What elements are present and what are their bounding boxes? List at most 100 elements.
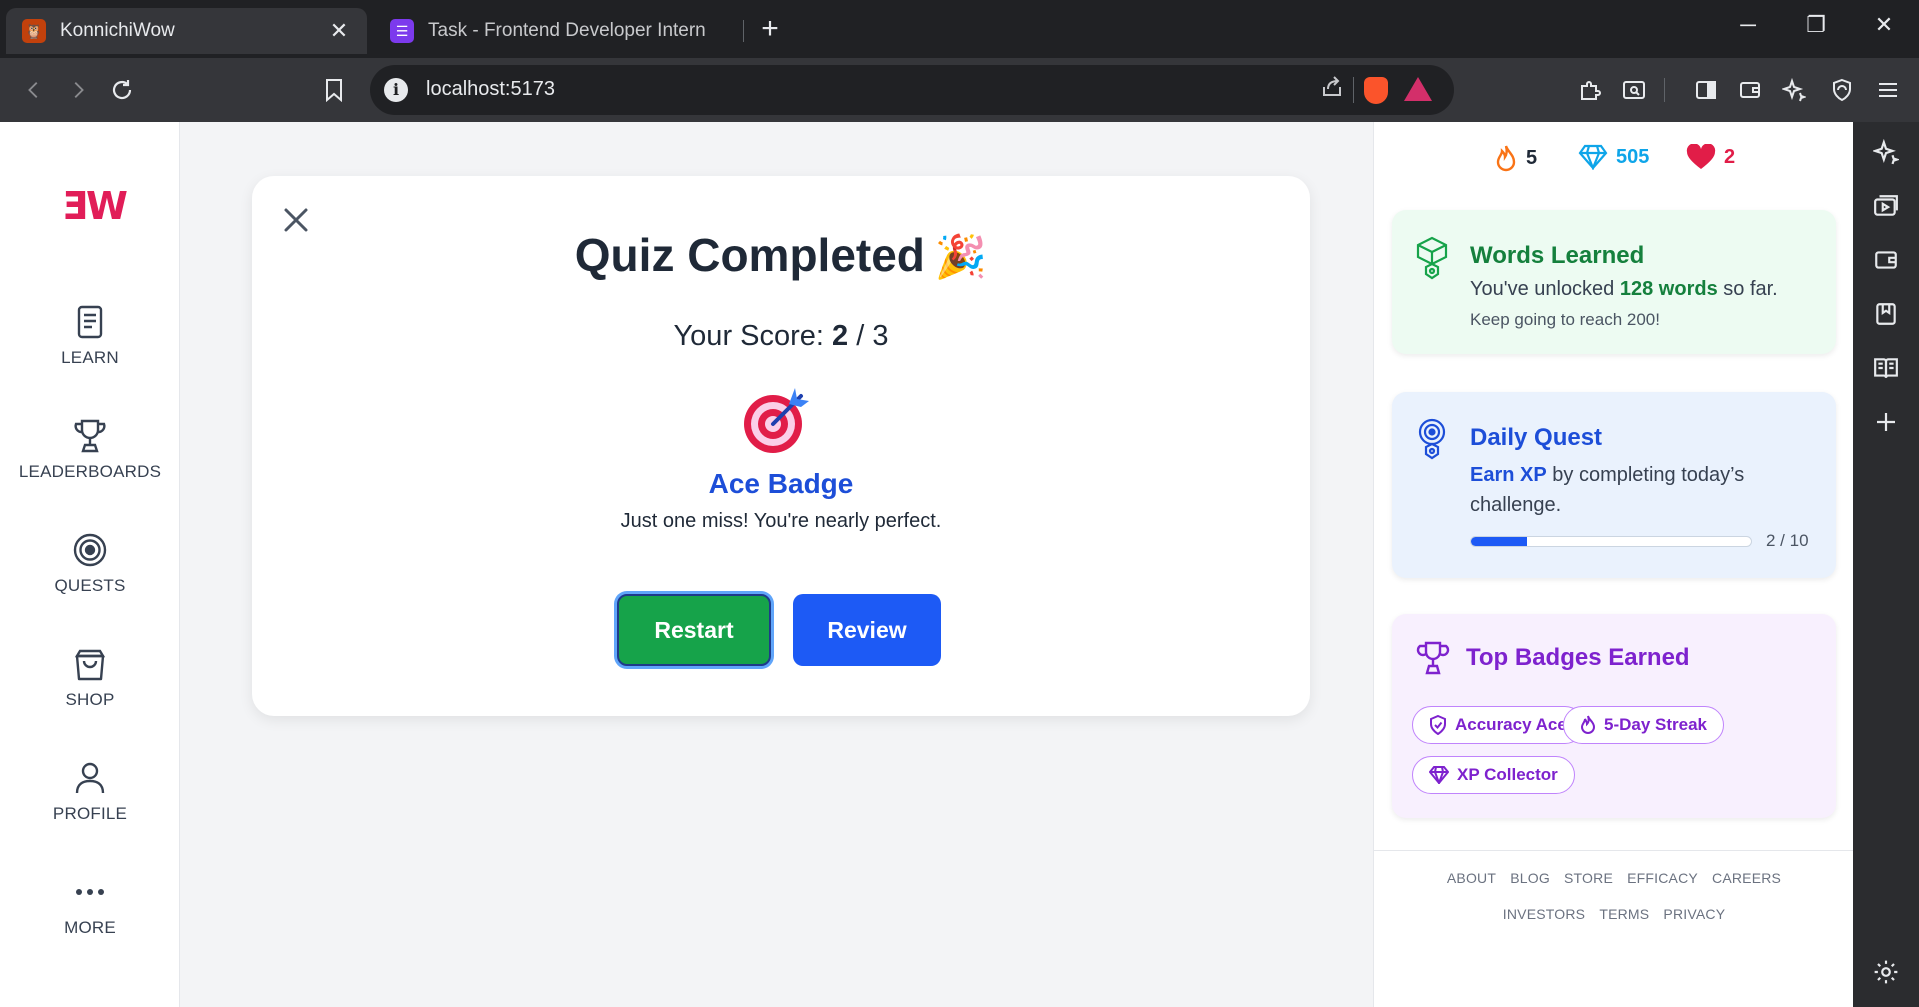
badge-label: 5-Day Streak <box>1604 715 1708 734</box>
gem-icon <box>1578 144 1608 170</box>
more-dots-icon <box>76 889 104 895</box>
flame-icon <box>1580 715 1596 734</box>
brave-shields-icon[interactable] <box>1364 77 1388 104</box>
url-text[interactable]: localhost:5173 <box>426 78 555 101</box>
tab-konnichiwow[interactable]: 🦉 KonnichiWow ✕ <box>6 8 367 54</box>
back-icon[interactable] <box>16 72 52 108</box>
streak-stat[interactable]: 5 <box>1494 144 1537 172</box>
trophy-icon <box>74 419 106 453</box>
leo-sparkle-icon[interactable] <box>1870 136 1902 168</box>
site-info-icon[interactable]: i <box>384 78 408 102</box>
toolbar-separator <box>1664 78 1665 102</box>
nav-label: SHOP <box>65 690 115 709</box>
cube-hex-icon <box>1416 236 1448 280</box>
badge-label: XP Collector <box>1457 765 1558 784</box>
footer-links-row-1: ABOUT BLOG STORE EFFICACY CAREERS <box>1374 870 1854 886</box>
badge-pill-5-day-streak[interactable]: 5-Day Streak <box>1563 706 1725 744</box>
restore-icon[interactable]: ❐ <box>1798 12 1834 38</box>
user-icon <box>75 762 105 794</box>
add-panel-plus-icon[interactable] <box>1870 406 1902 438</box>
leo-ai-icon[interactable] <box>1776 72 1812 108</box>
daily-quest-card: Daily Quest Earn XP by completing today’… <box>1392 392 1836 578</box>
right-panel: 5 505 2 Words Learned You've unlocked 12… <box>1373 122 1854 1007</box>
flame-icon <box>1496 145 1516 172</box>
footer-link-store[interactable]: STORE <box>1564 870 1613 886</box>
nav-item-more[interactable]: MORE <box>0 872 180 938</box>
nav-item-profile[interactable]: PROFILE <box>0 758 180 824</box>
score-total: 3 <box>872 320 889 352</box>
top-badges-card: Top Badges Earned Accuracy Ace 5-Day Str… <box>1392 614 1836 818</box>
restart-button[interactable]: Restart <box>617 594 771 666</box>
sidebar-toggle-icon[interactable] <box>1688 72 1724 108</box>
gems-stat[interactable]: 505 <box>1578 144 1649 170</box>
footer-link-about[interactable]: ABOUT <box>1447 870 1496 886</box>
left-sidebar-nav: ƎW LEARN LEADERBOARDS QUESTS SHOP PROFIL… <box>0 122 180 1007</box>
footer-link-careers[interactable]: CAREERS <box>1712 870 1781 886</box>
target-medal-icon <box>1418 418 1446 460</box>
settings-gear-icon[interactable] <box>1870 956 1902 988</box>
footer-link-terms[interactable]: TERMS <box>1599 906 1649 922</box>
review-button[interactable]: Review <box>793 594 941 666</box>
quest-progress-bar <box>1470 536 1752 547</box>
new-tab-plus-icon[interactable]: + <box>755 14 785 44</box>
hearts-count: 2 <box>1724 145 1736 168</box>
footer-link-investors[interactable]: INVESTORS <box>1503 906 1585 922</box>
minimize-icon[interactable]: ─ <box>1730 12 1766 38</box>
hearts-stat[interactable]: 2 <box>1686 144 1735 170</box>
tab-title: KonnichiWow <box>60 20 175 41</box>
nav-label: MORE <box>64 918 116 937</box>
bookmark-icon[interactable] <box>316 72 352 108</box>
trophy-icon <box>1416 641 1450 675</box>
vpn-shield-icon[interactable] <box>1824 72 1860 108</box>
playlist-icon[interactable] <box>1870 190 1902 222</box>
footer-links-row-2: INVESTORS TERMS PRIVACY <box>1374 906 1854 922</box>
book-icon <box>77 305 103 339</box>
nav-item-leaderboards[interactable]: LEADERBOARDS <box>0 416 180 482</box>
tab-task[interactable]: ☰ Task - Frontend Developer Intern <box>374 8 744 54</box>
nav-label: LEADERBOARDS <box>18 462 162 481</box>
badge-pill-accuracy-ace[interactable]: Accuracy Ace <box>1412 706 1584 744</box>
quiz-title: Quiz Completed 🎉 <box>252 228 1310 282</box>
reading-list-icon[interactable] <box>1870 352 1902 384</box>
nav-item-learn[interactable]: LEARN <box>0 302 180 368</box>
page-search-icon[interactable] <box>1616 72 1652 108</box>
shield-check-icon <box>1430 715 1446 735</box>
score-value: 2 <box>832 320 849 352</box>
nav-label: LEARN <box>61 348 119 367</box>
tab-close-icon[interactable]: ✕ <box>327 18 351 44</box>
badge-description: Just one miss! You're nearly perfect. <box>620 510 942 532</box>
extensions-puzzle-icon[interactable] <box>1572 72 1608 108</box>
score-line: Your Score: 2 / 3 <box>252 320 1310 353</box>
footer-link-blog[interactable]: BLOG <box>1510 870 1550 886</box>
menu-hamburger-icon[interactable] <box>1870 72 1906 108</box>
daily-quest-text: Earn XP by completing today’s challenge. <box>1470 460 1810 520</box>
footer-link-privacy[interactable]: PRIVACY <box>1663 906 1725 922</box>
brave-rewards-icon[interactable] <box>1404 77 1432 101</box>
footer-link-efficacy[interactable]: EFFICACY <box>1627 870 1698 886</box>
heart-icon <box>1686 144 1716 169</box>
words-learned-card: Words Learned You've unlocked 128 words … <box>1392 210 1836 354</box>
badge-pill-xp-collector[interactable]: XP Collector <box>1412 756 1575 794</box>
gem-icon <box>1429 766 1449 784</box>
shopping-bag-icon <box>74 649 106 681</box>
forward-icon[interactable] <box>60 72 96 108</box>
share-icon[interactable] <box>1320 75 1344 106</box>
bullseye-badge-icon <box>744 388 809 453</box>
nav-item-quests[interactable]: QUESTS <box>0 530 180 596</box>
words-learned-text: You've unlocked 128 words so far. <box>1470 278 1778 301</box>
score-label: Your Score: <box>673 320 824 352</box>
nav-item-shop[interactable]: SHOP <box>0 644 180 710</box>
wallet-icon[interactable] <box>1870 244 1902 276</box>
quest-highlight: Earn XP <box>1470 464 1547 486</box>
words-text-after: so far. <box>1723 278 1778 300</box>
score-separator: / <box>856 320 865 352</box>
window-close-icon[interactable]: ✕ <box>1866 12 1902 38</box>
address-bar[interactable]: i localhost:5173 <box>370 65 1454 115</box>
reload-icon[interactable] <box>104 72 140 108</box>
nav-label: PROFILE <box>52 804 128 823</box>
app-logo[interactable]: ƎW <box>62 184 128 228</box>
main-content: Quiz Completed 🎉 Your Score: 2 / 3 Ace Ba… <box>181 122 1373 1007</box>
quest-progress-fill <box>1471 537 1527 546</box>
wallet-icon[interactable] <box>1732 72 1768 108</box>
bookmarks-icon[interactable] <box>1870 298 1902 330</box>
